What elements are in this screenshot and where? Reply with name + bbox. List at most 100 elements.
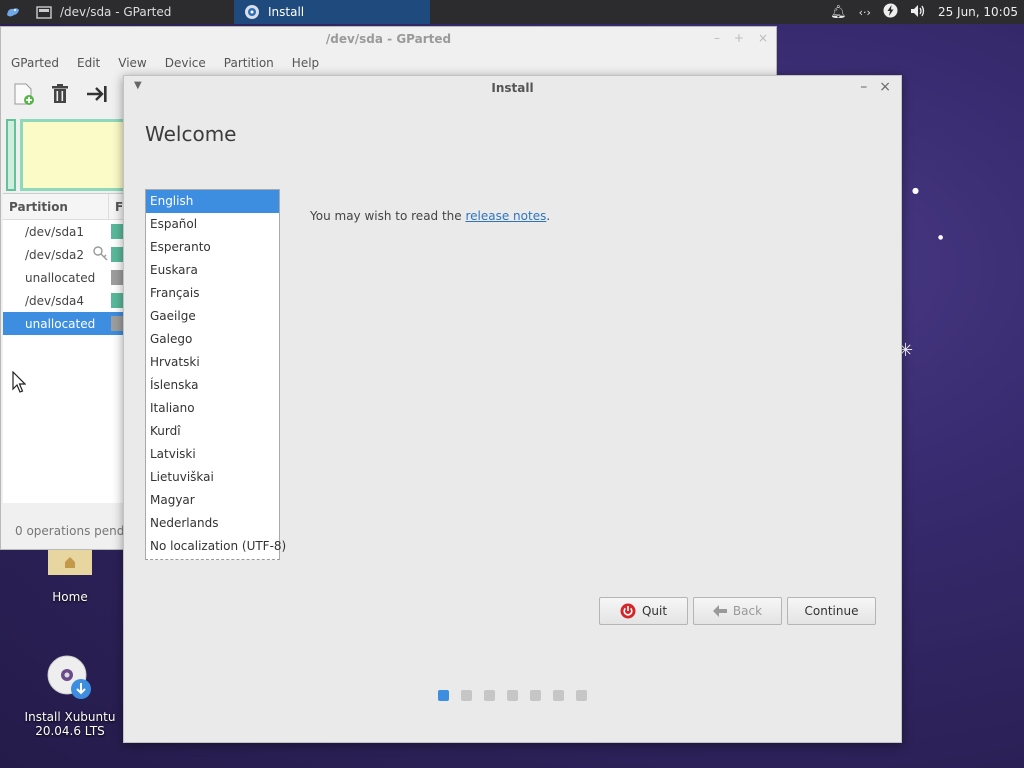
row-label: /dev/sda2 — [25, 247, 85, 262]
notes-suffix: . — [546, 209, 551, 223]
volume-icon[interactable] — [910, 4, 926, 21]
language-item[interactable]: No localization (UTF-8) — [146, 535, 286, 558]
language-item[interactable]: Gaeilge — [146, 305, 279, 328]
power-icon — [620, 603, 636, 619]
notes-prefix: You may wish to read the — [310, 209, 466, 223]
desktop-install-xubuntu[interactable]: Install Xubuntu 20.04.6 LTS — [15, 655, 125, 738]
mouse-cursor-icon — [12, 371, 26, 393]
maximize-icon[interactable]: + — [734, 31, 744, 45]
row-label: /dev/sda4 — [25, 293, 85, 308]
star: ● — [938, 234, 944, 241]
taskbar-item-install[interactable]: Install — [234, 0, 430, 24]
arrow-left-icon — [712, 605, 727, 617]
minimize-icon[interactable]: – — [860, 79, 867, 95]
taskbar-item-label: /dev/sda - GParted — [60, 5, 172, 19]
language-list[interactable]: English Español Esperanto Euskara França… — [145, 189, 286, 560]
installer-icon — [245, 5, 259, 19]
quit-label: Quit — [641, 604, 668, 618]
progress-dot — [553, 690, 564, 701]
table-row[interactable]: unallocated — [3, 312, 125, 335]
disc-install-icon — [47, 655, 91, 699]
clock[interactable]: 25 Jun, 10:05 — [938, 5, 1018, 19]
star: ● — [912, 186, 919, 195]
progress-dot — [530, 690, 541, 701]
table-row[interactable]: unallocated — [3, 266, 125, 289]
progress-indicator — [438, 690, 587, 701]
progress-dot — [507, 690, 518, 701]
taskbar-item-gparted[interactable]: /dev/sda - GParted — [26, 0, 234, 24]
gparted-title: /dev/sda - GParted — [325, 32, 452, 46]
top-panel: /dev/sda - GParted Install 🔔︎ ‹·› 25 Jun… — [0, 0, 1024, 24]
release-notes-text: You may wish to read the release notes. — [310, 209, 550, 223]
operations-status: 0 operations pendir — [15, 524, 133, 538]
progress-dot — [438, 690, 449, 701]
install-title: Install — [124, 76, 901, 100]
gparted-menubar: GParted Edit View Device Partition Help — [1, 51, 776, 75]
row-label: /dev/sda1 — [25, 224, 85, 239]
window-menu-icon[interactable]: ▼ — [134, 80, 142, 91]
close-icon[interactable]: × — [879, 79, 891, 95]
column-partition[interactable]: Partition — [3, 193, 109, 220]
window-icon — [36, 5, 52, 19]
page-title: Welcome — [145, 122, 237, 146]
home-folder-icon — [48, 545, 92, 575]
language-item[interactable]: Íslenska — [146, 374, 279, 397]
system-tray: 🔔︎ ‹·› 25 Jun, 10:05 — [830, 0, 1018, 24]
continue-label: Continue — [804, 604, 859, 618]
key-icon — [93, 246, 109, 265]
menu-view[interactable]: View — [118, 56, 146, 70]
window-controls: – × — [860, 79, 891, 95]
language-item[interactable]: Italiano — [146, 397, 279, 420]
table-row[interactable]: /dev/sda4 — [3, 289, 125, 312]
partition-table: Partition F /dev/sda1 /dev/sda2 unalloca… — [3, 193, 125, 503]
menu-device[interactable]: Device — [165, 56, 206, 70]
language-item[interactable]: Magyar — [146, 489, 279, 512]
progress-dot — [576, 690, 587, 701]
language-item[interactable]: Nederlands — [146, 512, 279, 535]
progress-dot — [461, 690, 472, 701]
new-partition-icon[interactable] — [13, 82, 35, 109]
desktop-icon-label: 20.04.6 LTS — [35, 724, 105, 738]
language-item[interactable]: Español — [146, 213, 279, 236]
language-item[interactable]: English — [146, 190, 279, 213]
install-dialog: ▼ Install – × Welcome English Español Es… — [123, 75, 902, 743]
row-label: unallocated — [25, 316, 96, 331]
release-notes-link[interactable]: release notes — [465, 209, 546, 223]
progress-dot — [484, 690, 495, 701]
power-icon[interactable] — [883, 3, 898, 21]
language-item[interactable]: Euskara — [146, 259, 279, 282]
language-item[interactable]: Esperanto — [146, 236, 279, 259]
close-icon[interactable]: × — [758, 31, 768, 45]
minimize-icon[interactable]: – — [714, 31, 720, 45]
desktop-icon-label: Home — [52, 590, 88, 604]
partition-graph[interactable] — [6, 119, 130, 191]
back-label: Back — [732, 604, 763, 618]
table-row[interactable]: /dev/sda1 — [3, 220, 125, 243]
desktop-home[interactable]: Home — [15, 545, 125, 604]
language-item[interactable]: Lietuviškai — [146, 466, 279, 489]
menu-edit[interactable]: Edit — [77, 56, 100, 70]
language-item[interactable]: Hrvatski — [146, 351, 279, 374]
network-icon[interactable]: ‹·› — [859, 6, 871, 19]
menu-partition[interactable]: Partition — [224, 56, 274, 70]
continue-button[interactable]: Continue — [787, 597, 876, 625]
row-label: unallocated — [25, 270, 96, 285]
menu-gparted[interactable]: GParted — [11, 56, 59, 70]
language-item[interactable]: Galego — [146, 328, 279, 351]
language-item[interactable]: Kurdî — [146, 420, 279, 443]
table-header: Partition F — [3, 193, 125, 220]
resize-move-icon[interactable] — [85, 84, 109, 107]
delete-icon[interactable] — [51, 83, 69, 108]
quit-button[interactable]: Quit — [599, 597, 688, 625]
column-filesystem[interactable]: F — [109, 200, 123, 214]
notification-icon[interactable]: 🔔︎ — [830, 5, 847, 20]
language-item[interactable]: Français — [146, 282, 279, 305]
whisker-menu-icon[interactable] — [0, 0, 26, 24]
back-button[interactable]: Back — [693, 597, 782, 625]
menu-help[interactable]: Help — [292, 56, 319, 70]
language-item[interactable]: Latviski — [146, 443, 279, 466]
taskbar-item-label: Install — [268, 5, 305, 19]
window-controls: – + × — [714, 31, 768, 45]
table-row[interactable]: /dev/sda2 — [3, 243, 125, 266]
desktop-icon-label: Install Xubuntu — [24, 710, 116, 724]
